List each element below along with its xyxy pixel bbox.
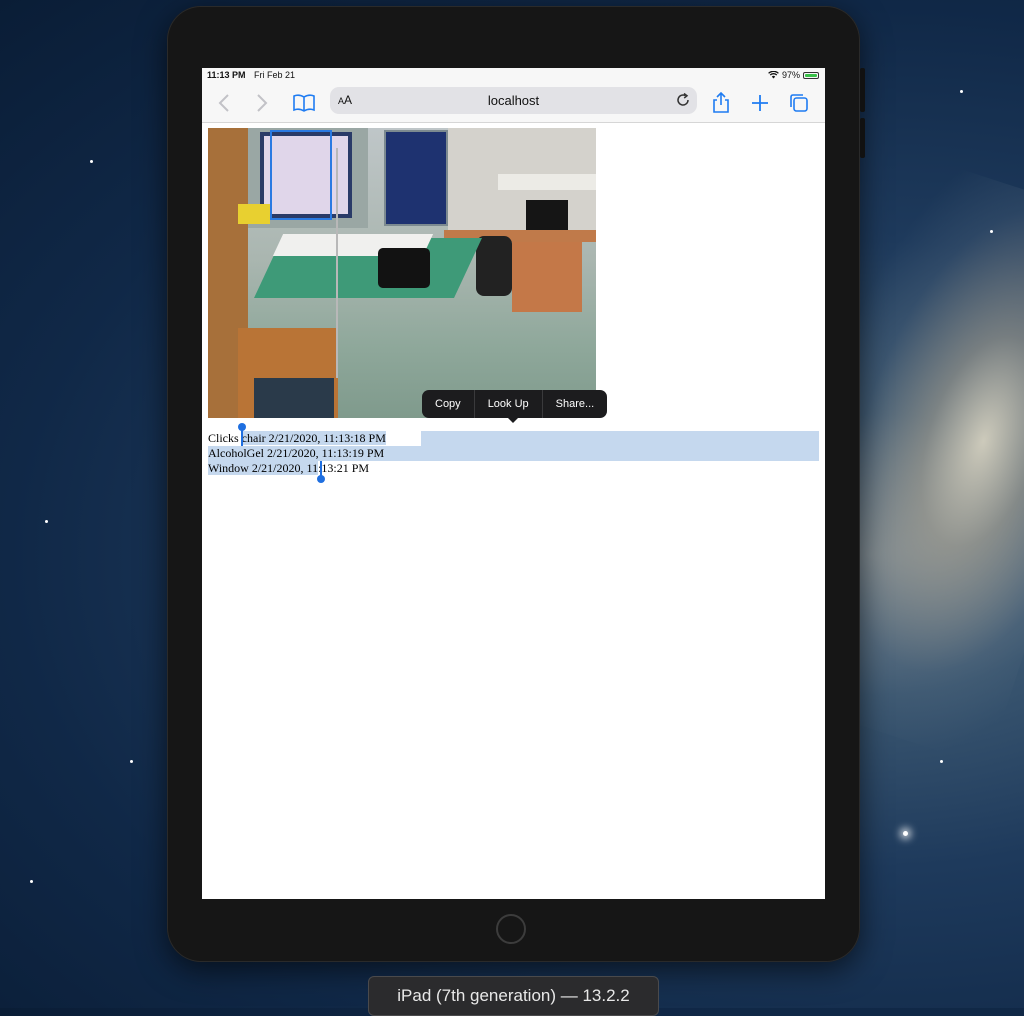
status-time: 11:13 PM [207,70,246,80]
desk-drawers [512,242,582,312]
selection-band [421,431,819,446]
star [90,160,93,163]
ipad-screen: 11:13 PM Fri Feb 21 97% AA localhost Cli… [202,68,825,899]
tabs-icon[interactable] [786,90,812,116]
battery-level [805,73,817,77]
share-menu-item[interactable]: Share... [543,390,608,418]
volume-up-button [860,68,865,112]
simulator-device-label: iPad (7th generation) — 13.2.2 [368,976,659,1016]
star [45,520,48,523]
chevron-left-icon[interactable] [212,90,238,116]
status-date: Fri Feb 21 [254,70,296,80]
log-line-2: AlcoholGel 2/21/2020, 11:13:19 PM [208,431,819,461]
reload-icon[interactable] [675,92,691,108]
look-up-menu-item[interactable]: Look Up [475,390,543,418]
battery-icon [803,71,819,79]
status-right: 97% [768,70,819,80]
address-bar[interactable]: AA localhost [330,87,697,114]
star [30,880,33,883]
home-button[interactable] [496,914,526,944]
detection-box [270,130,332,220]
office-chair [476,236,512,296]
room-photo [208,128,596,418]
log-line-1-selected: chair 2/21/2020, 11:13:18 PM [241,431,386,445]
star [960,90,963,93]
yellow-box [238,204,270,224]
selection-start-caret[interactable] [241,429,243,446]
iv-pole [336,148,338,378]
selection-end-handle[interactable] [317,475,325,483]
selection-end-caret[interactable] [320,461,322,476]
menu-arrow [507,417,519,423]
status-bar: 11:13 PM Fri Feb 21 97% [202,68,825,84]
log-line-3: Window 2/21/2020, 11:13:21 PM [208,461,819,476]
log-text[interactable]: Clicks chair 2/21/2020, 11:13:18 PM Alco… [208,423,819,483]
wifi-icon [768,71,779,79]
copy-menu-item[interactable]: Copy [422,390,475,418]
log-line-1-name: Clicks [208,431,242,445]
bright-star [903,831,908,836]
chevron-right-icon[interactable] [248,90,274,116]
trunking [498,174,596,190]
volume-down-button [860,118,865,158]
star [940,760,943,763]
url-text: localhost [487,93,540,108]
book-icon[interactable] [291,90,317,116]
star [990,230,993,233]
selection-start-handle[interactable] [238,423,246,431]
share-icon[interactable] [708,90,734,116]
black-bag [378,248,430,288]
edit-menu: Copy Look Up Share... [422,390,608,418]
noticeboard [384,130,448,226]
chair-seat [254,378,334,418]
log-line-3-selected: Window 2/21/2020, 11 [208,461,319,475]
star [130,760,133,763]
log-line-3-rest: :13:21 PM [318,461,370,475]
safari-toolbar: AA localhost [202,84,825,123]
plus-icon[interactable] [747,90,773,116]
battery-percent: 97% [781,70,800,80]
log-line-2-text: AlcoholGel 2/21/2020, 11:13:19 PM [208,446,385,460]
